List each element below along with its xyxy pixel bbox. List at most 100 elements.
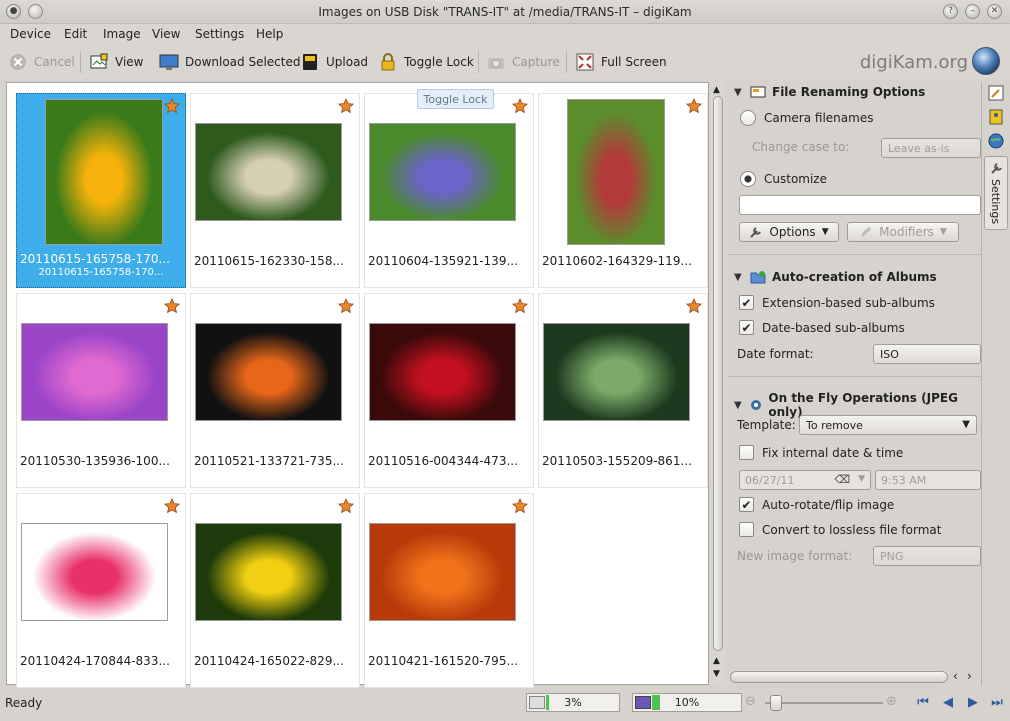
albums-header[interactable]: ▼ Auto-creation of Albums <box>734 270 937 284</box>
time-input[interactable]: 9:53 AM <box>875 470 981 490</box>
thumbnail-item[interactable]: 20110424-165022-829... <box>190 493 360 688</box>
date-format-label: Date format: <box>737 347 814 361</box>
thumbnail-image[interactable] <box>195 523 342 621</box>
star-icon[interactable] <box>512 498 528 514</box>
autorotate-checkbox[interactable]: ✔ Auto-rotate/flip image <box>739 497 894 512</box>
thumbnail-item[interactable]: 20110604-135921-139... <box>364 93 534 288</box>
progress-download: 3% <box>526 693 620 712</box>
thumbnail-image[interactable] <box>195 123 342 221</box>
thumbnail-image[interactable] <box>543 323 690 421</box>
camera-filenames-radio[interactable]: Camera filenames <box>740 110 873 126</box>
cancel-button[interactable]: Cancel <box>8 51 75 73</box>
new-format-select[interactable]: PNG <box>873 546 981 566</box>
digikam-logo-icon[interactable] <box>972 47 1000 75</box>
clear-icon[interactable]: ⌫ <box>834 473 850 486</box>
zoom-slider-handle[interactable] <box>770 695 782 711</box>
date-input[interactable]: 06/27/11 ⌫ ▼ <box>739 470 871 490</box>
star-icon[interactable] <box>338 98 354 114</box>
panel-hscroll-thumb[interactable] <box>730 671 948 683</box>
previous-icon[interactable]: ◀ <box>939 696 957 710</box>
view-button[interactable]: View <box>89 51 143 73</box>
zoom-slider[interactable] <box>765 702 883 704</box>
thumbnail-image[interactable] <box>21 323 168 421</box>
thumbnail-item[interactable]: 20110615-165758-170... 20110615-165758-17… <box>16 93 186 288</box>
thumbnail-item[interactable]: 20110602-164329-119... <box>538 93 708 288</box>
star-icon[interactable] <box>512 98 528 114</box>
minimize-icon[interactable]: – <box>965 4 980 19</box>
thumbnail-image[interactable] <box>369 323 516 421</box>
help-icon[interactable]: ? <box>943 4 958 19</box>
scroll-left-icon[interactable]: ‹ <box>953 669 958 683</box>
date-format-select[interactable]: ISO <box>873 344 981 364</box>
star-icon[interactable] <box>686 98 702 114</box>
thumbnail-image[interactable] <box>369 123 516 221</box>
menu-help[interactable]: Help <box>256 27 283 41</box>
star-icon[interactable] <box>164 298 180 314</box>
thumbnail-image[interactable] <box>567 99 665 245</box>
capture-button[interactable]: Capture <box>486 51 560 73</box>
date-subalbums-checkbox[interactable]: ✔ Date-based sub-albums <box>739 320 905 335</box>
menu-view[interactable]: View <box>152 27 180 41</box>
zoom-in-icon[interactable]: ⊕ <box>886 694 897 709</box>
last-icon[interactable]: ⏭ <box>988 696 1006 710</box>
star-icon[interactable] <box>512 298 528 314</box>
thumbnail-image[interactable] <box>45 99 163 245</box>
thumbnail-image[interactable] <box>369 523 516 621</box>
star-icon[interactable] <box>164 98 180 114</box>
star-icon[interactable] <box>686 298 702 314</box>
edit-icon[interactable] <box>988 85 1004 101</box>
star-icon[interactable] <box>338 498 354 514</box>
renaming-header[interactable]: ▼ File Renaming Options <box>734 85 925 99</box>
tab-settings[interactable]: Settings <box>984 156 1008 230</box>
convert-lossless-checkbox[interactable]: Convert to lossless file format <box>739 522 941 537</box>
scrollbar-thumb[interactable] <box>713 96 723 651</box>
thumbnail-item[interactable]: 20110615-162330-158... <box>190 93 360 288</box>
thumbnail-scrollbar[interactable]: ▲ ▲ ▼ <box>711 82 725 685</box>
thumbnail-item[interactable]: 20110516-004344-473... <box>364 293 534 488</box>
close-icon[interactable]: ✕ <box>987 4 1002 19</box>
thumbnail-image[interactable] <box>21 523 168 621</box>
brand-label[interactable]: digiKam.org <box>860 52 968 73</box>
modifiers-button[interactable]: Modifiers ▼ <box>847 222 959 242</box>
star-icon[interactable] <box>164 498 180 514</box>
customize-input[interactable] <box>739 195 981 215</box>
info-icon[interactable] <box>988 109 1004 125</box>
fix-date-checkbox[interactable]: Fix internal date & time <box>739 445 903 460</box>
thumbnail-view[interactable]: 20110615-165758-170... 20110615-165758-17… <box>6 82 709 688</box>
zoom-out-icon[interactable]: ⊖ <box>745 694 756 709</box>
scroll-up-icon[interactable]: ▲ <box>713 85 720 95</box>
camera-icon <box>486 52 506 72</box>
template-select[interactable]: To remove ▼ <box>799 415 977 435</box>
thumbnail-item[interactable]: 20110424-170844-833... <box>16 493 186 688</box>
first-icon[interactable]: ⏮ <box>914 696 932 710</box>
thumbnail-item[interactable]: 20110421-161520-795... <box>364 493 534 688</box>
menu-device[interactable]: Device <box>10 27 51 41</box>
next-icon[interactable]: ▶ <box>964 696 982 710</box>
change-case-select[interactable]: Leave as-is <box>881 138 981 158</box>
menu-settings[interactable]: Settings <box>195 27 244 41</box>
menu-edit[interactable]: Edit <box>64 27 87 41</box>
scroll-down-icon[interactable]: ▼ <box>713 669 720 679</box>
menu-image[interactable]: Image <box>103 27 141 41</box>
thumbnail-item[interactable]: 20110503-155209-861... <box>538 293 708 488</box>
extension-subalbums-checkbox[interactable]: ✔ Extension-based sub-albums <box>739 295 935 310</box>
scroll-up-icon-bottom[interactable]: ▲ <box>713 656 720 666</box>
options-button[interactable]: Options ▼ <box>739 222 839 242</box>
thumbnail-caption: 20110615-162330-158... <box>194 254 344 268</box>
upload-button[interactable]: Upload <box>300 51 368 73</box>
scroll-right-icon[interactable]: › <box>967 669 972 683</box>
toggle-lock-button[interactable]: Toggle Lock <box>378 51 474 73</box>
chevron-down-icon: ▼ <box>962 419 970 430</box>
thumbnail-item[interactable]: 20110530-135936-100... <box>16 293 186 488</box>
full-screen-button[interactable]: Full Screen <box>575 51 667 73</box>
thumbnail-image[interactable] <box>195 323 342 421</box>
chevron-down-icon[interactable]: ▼ <box>858 474 865 484</box>
memory-card-icon <box>300 52 320 72</box>
download-selected-button[interactable]: Download Selected <box>159 51 300 73</box>
toolbar-separator <box>566 51 567 73</box>
customize-radio[interactable]: Customize <box>740 171 827 187</box>
main-toolbar: Cancel View Download Selected Upload Tog… <box>0 45 1010 79</box>
globe-icon[interactable] <box>988 133 1004 149</box>
thumbnail-item[interactable]: 20110521-133721-735... <box>190 293 360 488</box>
star-icon[interactable] <box>338 298 354 314</box>
